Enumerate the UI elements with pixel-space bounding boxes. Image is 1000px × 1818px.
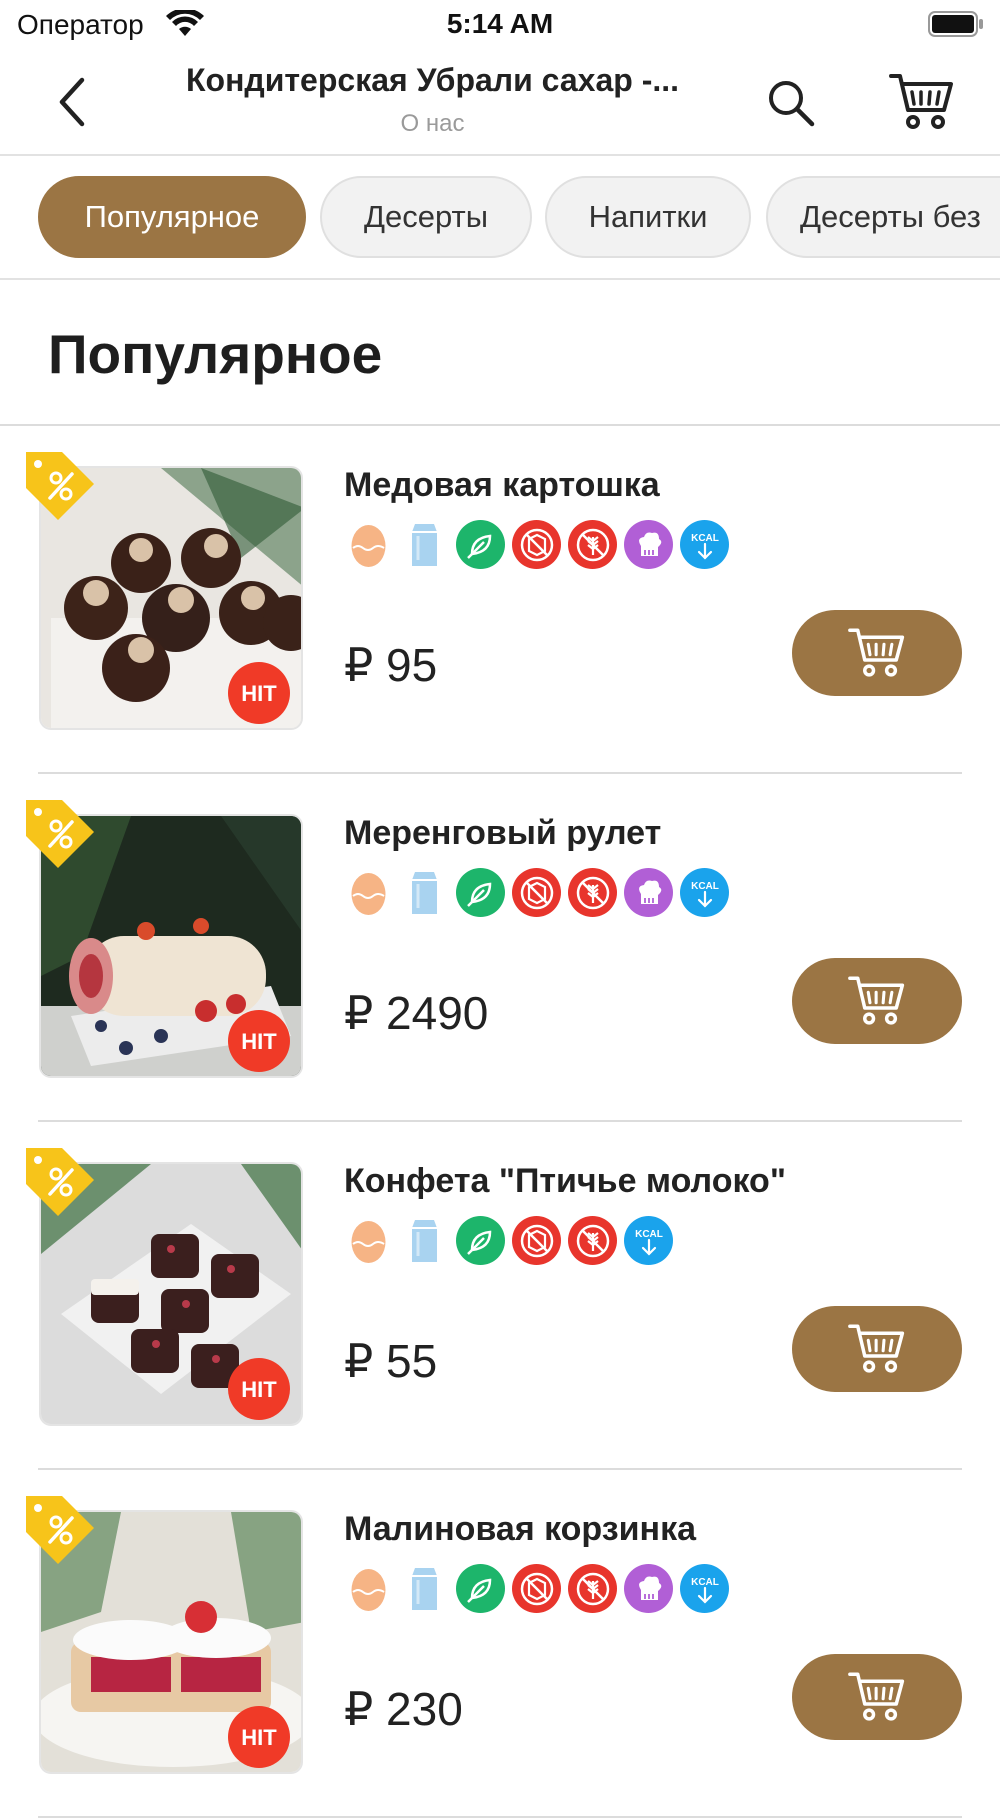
hit-badge-icon: HIT bbox=[226, 1008, 292, 1074]
product-price: ₽ 95 bbox=[344, 639, 438, 691]
kcal-icon: KCAL bbox=[680, 1564, 729, 1616]
svg-text:KCAL: KCAL bbox=[691, 881, 719, 892]
product-name[interactable]: Малиновая корзинка bbox=[344, 1510, 696, 1549]
category-tabs: Популярное Десерты Напитки Десерты без bbox=[0, 156, 1000, 280]
hit-label: HIT bbox=[241, 1725, 277, 1750]
kcal-icon: KCAL bbox=[624, 1216, 673, 1268]
product-card[interactable]: HIT Медовая картошка KCAL ₽ 95 bbox=[0, 426, 1000, 774]
hit-label: HIT bbox=[241, 1377, 277, 1402]
discount-tag-icon bbox=[22, 796, 98, 872]
cart-icon bbox=[848, 1324, 905, 1373]
product-name[interactable]: Конфета "Птичье молоко" bbox=[344, 1162, 786, 1201]
vegan-icon bbox=[456, 520, 505, 572]
svg-text:KCAL: KCAL bbox=[691, 533, 719, 544]
egg-icon bbox=[344, 1216, 393, 1268]
product-price: ₽ 55 bbox=[344, 1335, 438, 1387]
about-link[interactable]: О нас bbox=[150, 110, 715, 138]
product-card[interactable]: HIT Меренговый рулет KCAL ₽ 2490 bbox=[0, 774, 1000, 1122]
kcal-icon: KCAL bbox=[680, 868, 729, 920]
tab-drinks[interactable]: Напитки bbox=[545, 176, 751, 258]
gluten-free-icon bbox=[568, 520, 617, 572]
badge-list: KCAL bbox=[344, 1564, 729, 1616]
tab-popular[interactable]: Популярное bbox=[38, 176, 306, 258]
add-to-cart-button[interactable] bbox=[792, 610, 962, 696]
gluten-free-icon bbox=[568, 868, 617, 920]
product-card[interactable]: HIT Конфета "Птичье молоко" KCAL ₽ 55 bbox=[0, 1122, 1000, 1470]
discount-tag-icon bbox=[22, 1492, 98, 1568]
svg-text:KCAL: KCAL bbox=[691, 1577, 719, 1588]
milk-icon bbox=[400, 1216, 449, 1268]
hit-badge-icon: HIT bbox=[226, 660, 292, 726]
section-header: Популярное bbox=[0, 278, 1000, 426]
milk-icon bbox=[400, 868, 449, 920]
product-card[interactable]: HIT Малиновая корзинка KCAL ₽ 230 bbox=[0, 1470, 1000, 1818]
hit-label: HIT bbox=[241, 1029, 277, 1054]
product-name[interactable]: Меренговый рулет bbox=[344, 814, 661, 853]
chef-icon bbox=[624, 1564, 673, 1616]
no-sugar-icon bbox=[512, 1216, 561, 1268]
vegan-icon bbox=[456, 1564, 505, 1616]
no-sugar-icon bbox=[512, 868, 561, 920]
battery-icon bbox=[928, 11, 984, 37]
badge-list: KCAL bbox=[344, 1216, 673, 1268]
cart-icon[interactable] bbox=[888, 70, 956, 134]
add-to-cart-button[interactable] bbox=[792, 1654, 962, 1740]
back-icon[interactable] bbox=[52, 74, 104, 130]
tab-desserts-sugar-free[interactable]: Десерты без bbox=[766, 176, 1000, 258]
badge-list: KCAL bbox=[344, 520, 729, 572]
clock: 5:14 AM bbox=[446, 8, 554, 39]
page-title[interactable]: Кондитерская Убрали сахар -... bbox=[150, 62, 715, 99]
hit-badge-icon: HIT bbox=[226, 1704, 292, 1770]
tab-desserts[interactable]: Десерты bbox=[320, 176, 532, 258]
cart-icon bbox=[848, 1672, 905, 1721]
discount-tag-icon bbox=[22, 448, 98, 524]
product-price: ₽ 2490 bbox=[344, 987, 489, 1039]
hit-label: HIT bbox=[241, 681, 277, 706]
chef-icon bbox=[624, 520, 673, 572]
search-icon[interactable] bbox=[762, 74, 822, 134]
no-sugar-icon bbox=[512, 1564, 561, 1616]
hit-badge-icon: HIT bbox=[226, 1356, 292, 1422]
add-to-cart-button[interactable] bbox=[792, 1306, 962, 1392]
gluten-free-icon bbox=[568, 1564, 617, 1616]
egg-icon bbox=[344, 520, 393, 572]
egg-icon bbox=[344, 868, 393, 920]
add-to-cart-button[interactable] bbox=[792, 958, 962, 1044]
gluten-free-icon bbox=[568, 1216, 617, 1268]
cart-icon bbox=[848, 628, 905, 677]
milk-icon bbox=[400, 1564, 449, 1616]
vegan-icon bbox=[456, 868, 505, 920]
nav-bar: Кондитерская Убрали сахар -... О нас bbox=[0, 52, 1000, 156]
product-name[interactable]: Медовая картошка bbox=[344, 466, 660, 505]
svg-text:KCAL: KCAL bbox=[635, 1229, 663, 1240]
badge-list: KCAL bbox=[344, 868, 729, 920]
no-sugar-icon bbox=[512, 520, 561, 572]
cart-icon bbox=[848, 976, 905, 1025]
status-bar: Оператор 5:14 AM bbox=[0, 0, 1000, 52]
discount-tag-icon bbox=[22, 1144, 98, 1220]
product-price: ₽ 230 bbox=[344, 1683, 463, 1735]
vegan-icon bbox=[456, 1216, 505, 1268]
section-title: Популярное bbox=[48, 323, 383, 385]
egg-icon bbox=[344, 1564, 393, 1616]
chef-icon bbox=[624, 868, 673, 920]
milk-icon bbox=[400, 520, 449, 572]
kcal-icon: KCAL bbox=[680, 520, 729, 572]
